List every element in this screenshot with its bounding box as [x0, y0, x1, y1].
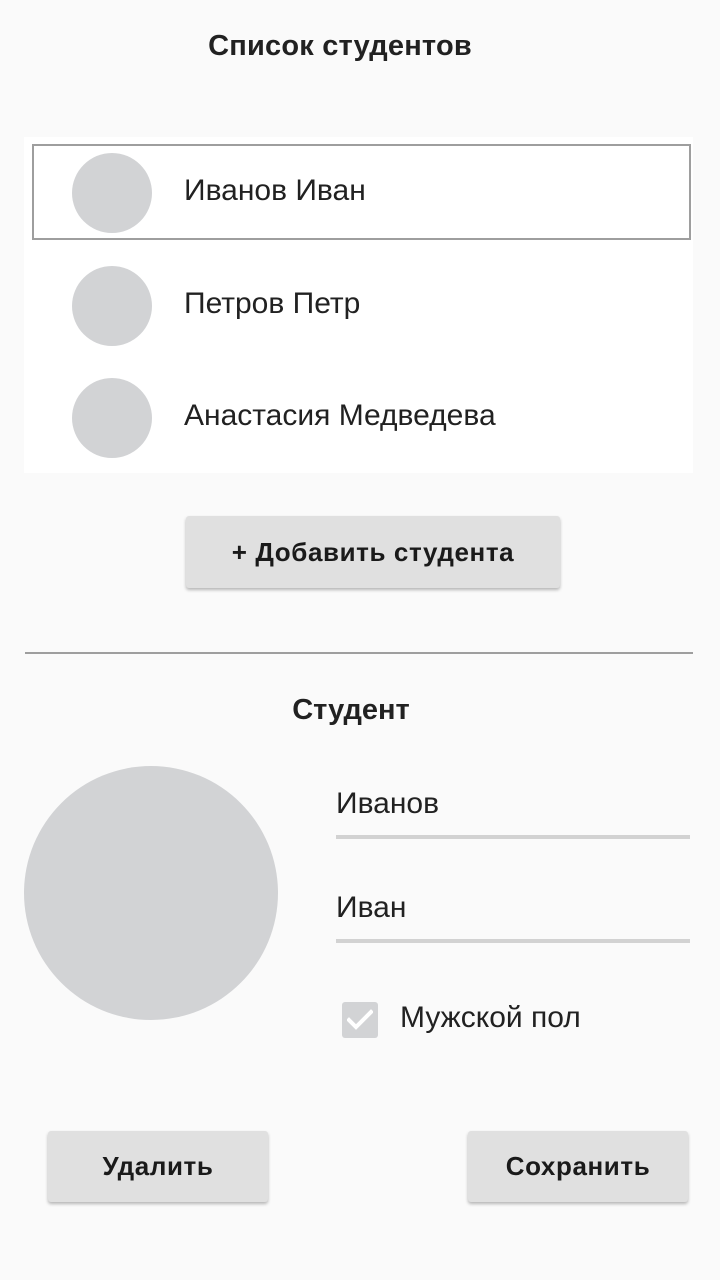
first-name-field[interactable] [336, 888, 690, 928]
check-icon [347, 1009, 373, 1030]
student-list-item[interactable]: Анастасия Медведева [24, 361, 693, 473]
section-divider [25, 652, 693, 654]
last-name-underline [336, 835, 690, 839]
student-avatar [72, 266, 152, 346]
student-list: Иванов Иван Петров Петр Анастасия Медвед… [24, 137, 693, 473]
save-button[interactable]: Сохранить [468, 1131, 688, 1202]
student-avatar [72, 378, 152, 458]
add-student-button[interactable]: + Добавить студента [186, 516, 560, 588]
page-title: Список студентов [208, 30, 472, 62]
delete-button[interactable]: Удалить [48, 1131, 268, 1202]
last-name-field[interactable] [336, 784, 690, 824]
student-avatar [72, 153, 152, 233]
student-list-screen: Список студентов Иванов Иван Петров Петр… [0, 0, 720, 1280]
first-name-underline [336, 939, 690, 943]
student-detail-title: Студент [292, 694, 410, 726]
student-list-item-selected[interactable]: Иванов Иван [32, 144, 691, 240]
male-gender-checkbox[interactable] [342, 1002, 378, 1038]
student-name: Петров Петр [184, 287, 361, 320]
student-photo[interactable] [24, 766, 278, 1020]
student-name: Анастасия Медведева [184, 399, 496, 432]
student-name: Иванов Иван [184, 174, 366, 207]
male-gender-label: Мужской пол [400, 1001, 581, 1034]
student-list-item[interactable]: Петров Петр [24, 249, 693, 361]
